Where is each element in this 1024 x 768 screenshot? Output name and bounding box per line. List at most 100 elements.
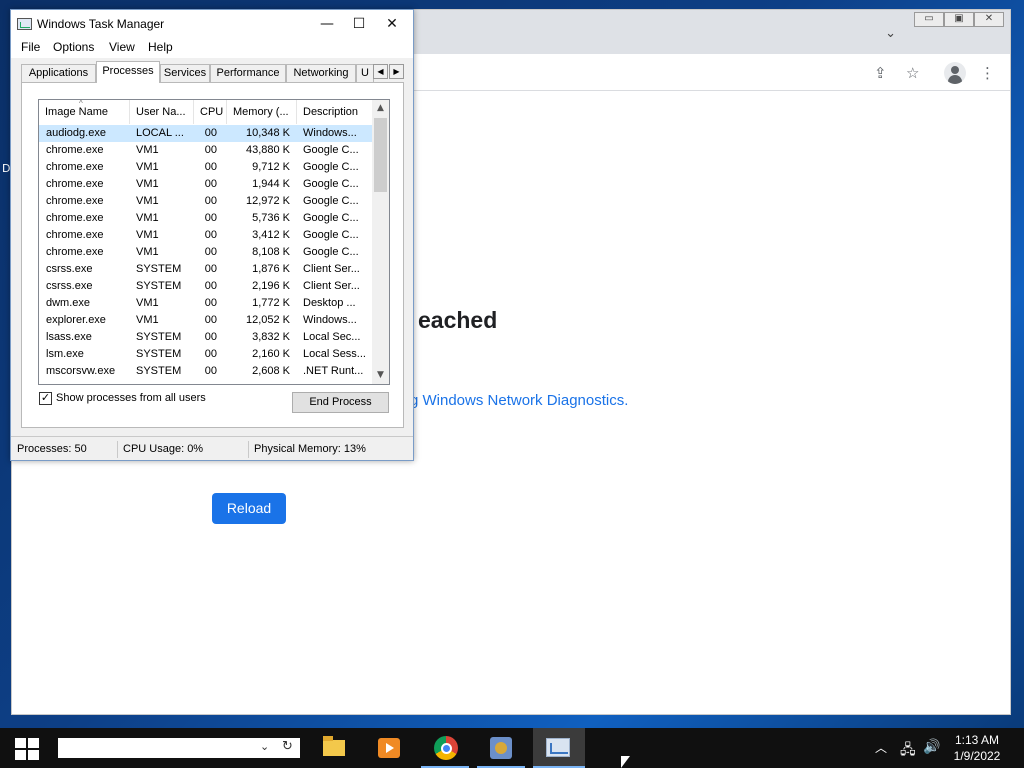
status-cpu-usage: CPU Usage: 0% [123,443,204,455]
scrollbar-thumb[interactable] [374,118,387,192]
show-hidden-icons-chevron-icon[interactable]: ︿ [875,739,887,756]
network-icon[interactable]: 🖧 [900,739,916,763]
status-separator [117,441,118,458]
tab-networking[interactable]: Networking [286,64,356,82]
minimize-button[interactable]: ▭ [914,12,944,27]
clock-time: 1:13 AM [954,733,1000,747]
menu-options[interactable]: Options [53,40,94,54]
taskbar-tools[interactable] [477,728,525,768]
process-list-scrollbar[interactable]: ▲ ▼ [372,100,389,384]
table-row[interactable]: dwm.exe VM1 00 1,772 K Desktop ... [39,295,372,312]
table-row[interactable]: mscorsvw.exe SYSTEM 00 2,608 K .NET Runt... [39,363,372,380]
cell-desc: Client Ser... [303,280,360,292]
restore-button[interactable]: ▣ [944,12,974,27]
table-row[interactable]: chrome.exe VM1 00 43,880 K Google C... [39,142,372,159]
cell-mem: 9,712 K [252,161,290,173]
cell-cpu: 00 [204,195,217,207]
column-description[interactable]: Description [297,100,372,124]
avatar-head [951,66,959,74]
chevron-down-icon[interactable]: ⌄ [885,26,896,41]
table-row[interactable]: csrss.exe SYSTEM 00 1,876 K Client Ser... [39,261,372,278]
show-all-users-checkbox[interactable]: ✓ [39,392,52,405]
column-cpu[interactable]: CPU [194,100,227,124]
table-row[interactable]: lsass.exe SYSTEM 00 3,832 K Local Sec... [39,329,372,346]
taskbar-search-input[interactable] [58,738,258,758]
task-manager-titlebar[interactable]: Windows Task Manager — ☐ ✕ [11,10,413,38]
tab-scroll-left-icon[interactable]: ◀ [373,64,388,79]
task-manager-app-icon [17,18,32,30]
cell-user: VM1 [136,161,159,173]
tab-services[interactable]: Services [160,64,210,82]
share-icon[interactable]: ⇪ [874,64,887,82]
cell-desc: Google C... [303,212,359,224]
cell-desc: Desktop ... [303,297,356,309]
column-memory[interactable]: Memory (... [227,100,297,124]
cell-cpu: 00 [204,263,217,275]
cell-name: explorer.exe [46,314,106,326]
window-title: Windows Task Manager [37,17,165,31]
tab-applications[interactable]: Applications [21,64,96,82]
kebab-menu-icon[interactable]: ⋮ [980,64,995,82]
cell-cpu: 00 [204,280,217,292]
column-image-name[interactable]: ^ Image Name [39,100,130,124]
close-button[interactable]: ✕ [380,14,404,34]
reload-button[interactable]: Reload [212,493,286,524]
scroll-up-icon[interactable]: ▲ [372,100,389,117]
cell-desc: Windows... [303,314,357,326]
table-row[interactable]: explorer.exe VM1 00 12,052 K Windows... [39,312,372,329]
sort-ascending-icon: ^ [79,100,83,108]
table-row[interactable]: lsm.exe SYSTEM 00 2,160 K Local Sess... [39,346,372,363]
tab-users[interactable]: U [356,64,374,82]
menu-view[interactable]: View [109,40,135,54]
table-row[interactable]: audiodg.exe LOCAL ... 00 10,348 K Windows... [39,125,372,142]
table-row[interactable]: chrome.exe VM1 00 8,108 K Google C... [39,244,372,261]
avatar-body [948,75,962,84]
chevron-down-icon[interactable]: ⌄ [260,740,269,753]
cell-cpu: 00 [204,212,217,224]
menu-help[interactable]: Help [148,40,173,54]
cell-mem: 43,880 K [245,144,290,156]
cell-mem: 1,772 K [252,297,290,309]
taskbar-file-explorer[interactable] [310,728,358,768]
status-bar: Processes: 50 CPU Usage: 0% Physical Mem… [11,436,413,460]
cell-name: audiodg.exe [46,127,106,139]
folder-icon [323,736,345,756]
cell-name: chrome.exe [46,212,104,224]
cell-desc: .NET Runt... [303,365,364,377]
table-row[interactable]: chrome.exe VM1 00 5,736 K Google C... [39,210,372,227]
table-row[interactable]: chrome.exe VM1 00 1,944 K Google C... [39,176,372,193]
taskbar-media-player[interactable] [365,728,413,768]
table-row[interactable]: chrome.exe VM1 00 3,412 K Google C... [39,227,372,244]
network-diagnostics-link[interactable]: g Windows Network Diagnostics. [410,392,628,409]
taskbar-task-manager[interactable] [533,728,585,768]
menu-file[interactable]: File [21,40,40,54]
volume-icon[interactable]: 🔊 [923,739,940,755]
tab-performance[interactable]: Performance [210,64,286,82]
cell-name: chrome.exe [46,161,104,173]
cell-mem: 3,832 K [252,331,290,343]
start-button[interactable] [0,728,54,768]
profile-avatar-icon[interactable] [944,62,966,84]
bookmark-star-icon[interactable]: ☆ [906,64,919,82]
end-process-button[interactable]: End Process [292,392,389,413]
tab-processes[interactable]: Processes [96,61,160,83]
close-button[interactable]: ✕ [974,12,1004,27]
cell-user: VM1 [136,314,159,326]
cell-cpu: 00 [204,331,217,343]
scroll-down-icon[interactable]: ▼ [372,367,389,384]
cell-user: SYSTEM [136,263,182,275]
minimize-button[interactable]: — [315,14,339,34]
maximize-button[interactable]: ☐ [347,14,371,34]
refresh-icon[interactable]: ↻ [282,739,293,754]
column-user-name[interactable]: User Na... [130,100,194,124]
tab-scroll-right-icon[interactable]: ▶ [389,64,404,79]
system-clock[interactable]: 1:13 AM 1/9/2022 [944,732,1010,764]
table-row[interactable]: chrome.exe VM1 00 12,972 K Google C... [39,193,372,210]
taskbar-search-box[interactable]: ⌄ ↻ [58,738,300,758]
table-row[interactable]: csrss.exe SYSTEM 00 2,196 K Client Ser... [39,278,372,295]
show-all-users-label: Show processes from all users [56,392,206,404]
cell-name: dwm.exe [46,297,91,309]
taskbar-chrome[interactable] [421,728,469,768]
table-row[interactable]: chrome.exe VM1 00 9,712 K Google C... [39,159,372,176]
cell-user: SYSTEM [136,331,182,343]
